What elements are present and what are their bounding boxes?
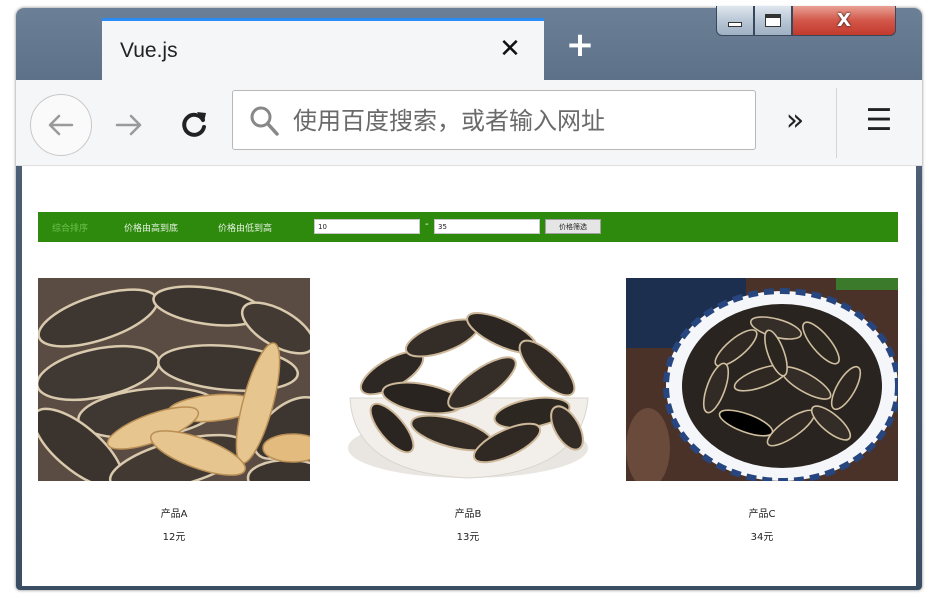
sunflower-seeds-white-bowl-image	[332, 278, 604, 481]
product-name: 产品A	[160, 509, 188, 520]
toolbar-divider	[836, 88, 837, 158]
window-close-button[interactable]: X	[792, 6, 896, 36]
product-image[interactable]	[626, 278, 898, 481]
reload-icon	[182, 112, 206, 137]
sort-price-high-low-link[interactable]: 价格由高到底	[124, 221, 178, 234]
browser-tab[interactable]: Vue.js ✕	[102, 18, 544, 80]
filter-bar: 综合排序 价格由高到底 价格由低到高 - 价格筛选	[38, 212, 898, 242]
arrow-left-icon	[48, 114, 74, 136]
product-card: 产品B 13元	[332, 278, 604, 543]
minimize-icon	[728, 22, 742, 27]
toolbar-overflow-button[interactable]: »	[774, 100, 816, 142]
navigation-toolbar: » ☰	[16, 80, 922, 166]
page-viewport: 综合排序 价格由高到底 价格由低到高 - 价格筛选	[22, 166, 916, 586]
arrow-right-icon	[115, 114, 142, 136]
max-price-input[interactable]	[434, 219, 540, 234]
product-card: 产品C 34元	[626, 278, 898, 543]
address-bar[interactable]	[232, 90, 756, 150]
product-price: 34元	[750, 532, 774, 543]
maximize-icon	[765, 14, 781, 27]
new-tab-button[interactable]: +	[562, 28, 598, 64]
product-card: 产品A 12元	[38, 278, 310, 543]
address-input[interactable]	[293, 101, 743, 141]
back-button[interactable]	[30, 94, 92, 156]
product-price: 13元	[456, 532, 480, 543]
sunflower-seeds-pile-image	[38, 278, 310, 481]
price-range-separator: -	[425, 219, 429, 230]
product-image[interactable]	[38, 278, 310, 481]
close-icon: X	[837, 10, 851, 31]
window-controls: X	[716, 6, 920, 40]
maximize-button[interactable]	[754, 6, 792, 36]
title-bar: Vue.js ✕ + X	[16, 6, 922, 80]
forward-button[interactable]	[110, 106, 148, 144]
browser-window: Vue.js ✕ + X 使用百度搜索，或者输入网址 » ☰ 综合排序 价格由高…	[16, 6, 922, 590]
sunflower-seeds-blue-bowl-image	[626, 278, 898, 481]
sort-comprehensive-link[interactable]: 综合排序	[52, 221, 88, 234]
price-filter-button[interactable]: 价格筛选	[545, 219, 601, 234]
hamburger-menu-icon[interactable]: ☰	[856, 100, 902, 142]
product-name: 产品C	[748, 509, 776, 520]
sort-price-low-high-link[interactable]: 价格由低到高	[218, 221, 272, 234]
product-name: 产品B	[454, 509, 482, 520]
tab-title: Vue.js	[120, 39, 178, 62]
search-icon	[250, 106, 279, 136]
reload-button[interactable]	[174, 104, 214, 144]
min-price-input[interactable]	[314, 219, 420, 234]
product-image[interactable]	[332, 278, 604, 481]
product-price: 12元	[162, 532, 186, 543]
minimize-button[interactable]	[716, 6, 754, 36]
tab-close-icon[interactable]: ✕	[496, 35, 524, 63]
